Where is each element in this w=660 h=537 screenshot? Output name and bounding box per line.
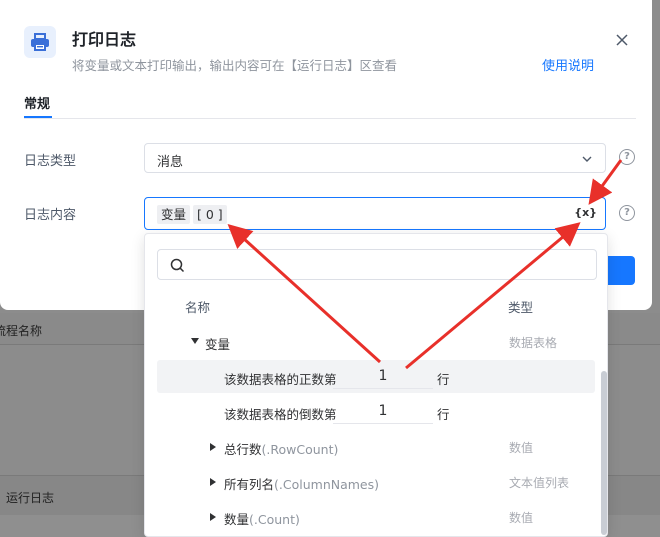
confirm-button[interactable] bbox=[607, 256, 635, 285]
printer-icon bbox=[24, 26, 56, 58]
variable-type: 数据表格 bbox=[509, 336, 558, 350]
collapse-icon[interactable] bbox=[191, 338, 199, 344]
log-type-label: 日志类型 bbox=[24, 154, 77, 169]
nth-row-from-end-label: 该数据表格的倒数第 bbox=[224, 407, 337, 422]
count-label: 数量(.Count) bbox=[224, 512, 300, 527]
close-icon[interactable] bbox=[612, 30, 632, 50]
tab-divider bbox=[24, 118, 636, 119]
log-type-value: 消息 bbox=[157, 155, 184, 170]
row-count-label: 总行数(.RowCount) bbox=[224, 442, 339, 457]
log-type-select[interactable]: 消息 bbox=[144, 143, 606, 173]
variable-chip[interactable]: 变量 bbox=[157, 205, 191, 224]
nth-row-from-start-row[interactable]: 该数据表格的正数第 1 行 bbox=[157, 360, 595, 393]
column-names-label: 所有列名(.ColumnNames) bbox=[224, 477, 380, 492]
column-header-type: 类型 bbox=[508, 300, 534, 315]
row-count-row[interactable]: 总行数(.RowCount) 数值 bbox=[157, 430, 595, 463]
nth-row-from-start-unit: 行 bbox=[437, 372, 450, 387]
run-log-title: 运行日志 bbox=[6, 491, 55, 505]
nth-row-from-end-input[interactable]: 1 bbox=[333, 398, 433, 424]
column-names-type: 文本值列表 bbox=[509, 476, 570, 490]
insert-variable-button[interactable]: {x} bbox=[574, 206, 597, 219]
nth-row-from-start-input[interactable]: 1 bbox=[333, 363, 433, 389]
log-content-help-icon[interactable]: ? bbox=[619, 205, 635, 221]
chevron-down-icon bbox=[581, 153, 593, 169]
variable-dropdown: 名称 类型 变量 数据表格 该数据表格的正数第 1 行 该数据表格的倒数第 1 … bbox=[144, 233, 608, 537]
variable-name: 变量 bbox=[205, 337, 231, 352]
variable-row[interactable]: 变量 数据表格 bbox=[157, 325, 595, 358]
search-icon bbox=[170, 258, 185, 277]
count-row[interactable]: 数量(.Count) 数值 bbox=[157, 500, 595, 533]
flow-name-column-header: 流程名称 bbox=[0, 324, 43, 338]
column-names-row[interactable]: 所有列名(.ColumnNames) 文本值列表 bbox=[157, 465, 595, 498]
tab-general[interactable]: 常规 bbox=[24, 93, 50, 112]
row-index-chip[interactable]: [ 0 ] bbox=[193, 205, 227, 224]
expand-icon[interactable] bbox=[210, 478, 216, 486]
log-content-label: 日志内容 bbox=[24, 208, 77, 223]
row-count-type: 数值 bbox=[509, 441, 534, 455]
nth-row-from-end-unit: 行 bbox=[437, 407, 450, 422]
log-content-input[interactable]: 变量 [ 0 ] {x} bbox=[144, 197, 606, 230]
expand-icon[interactable] bbox=[210, 513, 216, 521]
dialog-subtitle: 将变量或文本打印输出，输出内容可在【运行日志】区查看 bbox=[72, 58, 398, 73]
variable-search-input[interactable] bbox=[157, 249, 597, 280]
nth-row-from-end-row[interactable]: 该数据表格的倒数第 1 行 bbox=[157, 395, 595, 428]
expand-icon[interactable] bbox=[210, 443, 216, 451]
dropdown-scrollbar[interactable] bbox=[601, 371, 607, 535]
column-header-name: 名称 bbox=[185, 300, 211, 315]
help-link[interactable]: 使用说明 bbox=[542, 55, 594, 74]
count-type: 数值 bbox=[509, 511, 534, 525]
log-type-help-icon[interactable]: ? bbox=[619, 149, 635, 165]
nth-row-from-start-label: 该数据表格的正数第 bbox=[224, 372, 337, 387]
dialog-title: 打印日志 bbox=[72, 30, 137, 49]
